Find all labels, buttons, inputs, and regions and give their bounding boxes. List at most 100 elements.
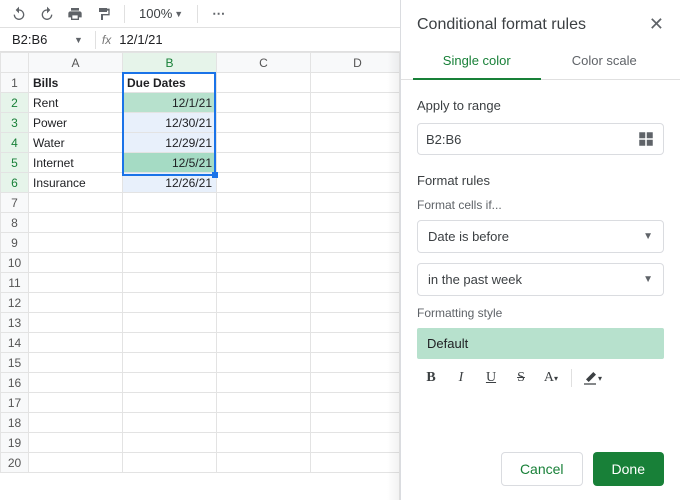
cell[interactable]: 12/29/21 <box>123 133 217 153</box>
cell[interactable] <box>217 433 311 453</box>
bold-button[interactable]: B <box>417 365 445 391</box>
formula-input[interactable]: 12/1/21 <box>119 32 162 47</box>
cell[interactable] <box>29 333 123 353</box>
row-header[interactable]: 5 <box>1 153 29 173</box>
cell[interactable] <box>123 273 217 293</box>
row-header[interactable]: 17 <box>1 393 29 413</box>
cell[interactable] <box>217 173 311 193</box>
name-box[interactable]: B2:B6 <box>8 32 68 47</box>
cell[interactable] <box>217 253 311 273</box>
row-header[interactable]: 6 <box>1 173 29 193</box>
cell[interactable]: Rent <box>29 93 123 113</box>
range-input-row[interactable]: B2:B6 <box>417 123 664 155</box>
cell[interactable]: 12/26/21 <box>123 173 217 193</box>
cell[interactable] <box>29 373 123 393</box>
column-header[interactable]: B <box>123 53 217 73</box>
redo-button[interactable] <box>36 3 58 25</box>
fill-color-button[interactable]: ▾ <box>578 365 606 391</box>
cell[interactable] <box>29 193 123 213</box>
row-header[interactable]: 10 <box>1 253 29 273</box>
tab-single-color[interactable]: Single color <box>413 43 541 80</box>
more-button[interactable]: ⋯ <box>208 3 230 25</box>
cell[interactable] <box>29 293 123 313</box>
row-header[interactable]: 3 <box>1 113 29 133</box>
cell[interactable] <box>217 293 311 313</box>
cell[interactable] <box>217 233 311 253</box>
cell[interactable] <box>217 153 311 173</box>
row-header[interactable]: 18 <box>1 413 29 433</box>
cell[interactable] <box>217 373 311 393</box>
cell[interactable]: Internet <box>29 153 123 173</box>
column-header[interactable]: C <box>217 53 311 73</box>
cell[interactable] <box>217 453 311 473</box>
cell[interactable] <box>217 93 311 113</box>
row-header[interactable]: 2 <box>1 93 29 113</box>
row-header[interactable]: 7 <box>1 193 29 213</box>
cell[interactable] <box>123 373 217 393</box>
cell[interactable]: 12/5/21 <box>123 153 217 173</box>
cell[interactable] <box>217 113 311 133</box>
select-range-icon[interactable] <box>637 130 655 148</box>
style-preview[interactable]: Default <box>417 328 664 359</box>
cell[interactable] <box>29 353 123 373</box>
cell[interactable] <box>217 193 311 213</box>
condition-dropdown[interactable]: Date is before ▼ <box>417 220 664 253</box>
cell[interactable] <box>217 313 311 333</box>
cell[interactable] <box>29 273 123 293</box>
done-button[interactable]: Done <box>593 452 664 486</box>
row-header[interactable]: 14 <box>1 333 29 353</box>
underline-button[interactable]: U <box>477 365 505 391</box>
row-header[interactable]: 20 <box>1 453 29 473</box>
cell[interactable] <box>123 193 217 213</box>
row-header[interactable]: 9 <box>1 233 29 253</box>
close-icon[interactable]: ✕ <box>649 14 664 35</box>
undo-button[interactable] <box>8 3 30 25</box>
row-header[interactable]: 19 <box>1 433 29 453</box>
cell[interactable] <box>217 353 311 373</box>
sheet-grid[interactable]: ABCD1BillsDue Dates2Rent12/1/213Power12/… <box>0 52 400 473</box>
cell[interactable] <box>29 433 123 453</box>
cell[interactable] <box>217 73 311 93</box>
cell[interactable] <box>123 313 217 333</box>
paint-format-button[interactable] <box>92 3 114 25</box>
cell[interactable] <box>123 213 217 233</box>
cell[interactable] <box>123 353 217 373</box>
name-box-dropdown[interactable]: ▼ <box>68 35 89 45</box>
cell[interactable] <box>29 213 123 233</box>
row-header[interactable]: 1 <box>1 73 29 93</box>
cell[interactable] <box>217 413 311 433</box>
cell[interactable]: Insurance <box>29 173 123 193</box>
spreadsheet-area[interactable]: ABCD1BillsDue Dates2Rent12/1/213Power12/… <box>0 52 400 500</box>
cell[interactable]: 12/1/21 <box>123 93 217 113</box>
row-header[interactable]: 16 <box>1 373 29 393</box>
row-header[interactable]: 4 <box>1 133 29 153</box>
cell[interactable] <box>217 333 311 353</box>
cell[interactable] <box>217 213 311 233</box>
cell[interactable] <box>29 413 123 433</box>
strikethrough-button[interactable]: S <box>507 365 535 391</box>
row-header[interactable]: 15 <box>1 353 29 373</box>
text-color-button[interactable]: A ▾ <box>537 365 565 391</box>
row-header[interactable]: 11 <box>1 273 29 293</box>
cell[interactable]: Water <box>29 133 123 153</box>
cell[interactable] <box>123 253 217 273</box>
cell[interactable]: Bills <box>29 73 123 93</box>
cell[interactable] <box>123 233 217 253</box>
row-header[interactable]: 12 <box>1 293 29 313</box>
cell[interactable] <box>123 293 217 313</box>
cell[interactable] <box>29 313 123 333</box>
cell[interactable]: 12/30/21 <box>123 113 217 133</box>
condition-arg-dropdown[interactable]: in the past week ▼ <box>417 263 664 296</box>
cell[interactable] <box>217 273 311 293</box>
tab-color-scale[interactable]: Color scale <box>541 43 669 79</box>
cell[interactable] <box>123 453 217 473</box>
cell[interactable] <box>29 233 123 253</box>
column-header[interactable]: A <box>29 53 123 73</box>
cell[interactable] <box>123 433 217 453</box>
zoom-dropdown[interactable]: 100% ▼ <box>135 6 187 21</box>
cell[interactable] <box>217 133 311 153</box>
cell[interactable] <box>29 453 123 473</box>
cell[interactable] <box>29 393 123 413</box>
cell[interactable]: Due Dates <box>123 73 217 93</box>
cell[interactable] <box>123 413 217 433</box>
